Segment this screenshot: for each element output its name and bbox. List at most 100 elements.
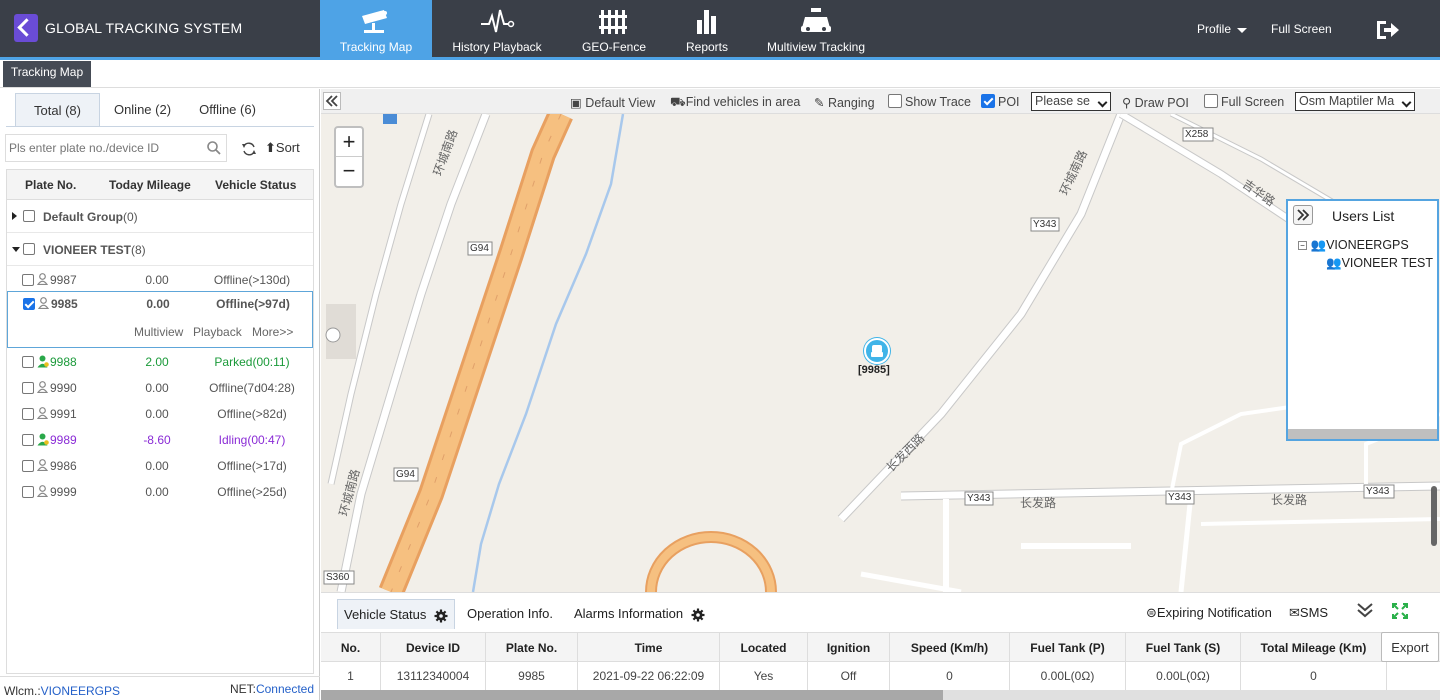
zoom-out-button[interactable]: − xyxy=(336,157,362,186)
vehicle-marker-icon[interactable] xyxy=(864,338,890,364)
group-checkbox[interactable] xyxy=(23,243,35,255)
expand-icon[interactable] xyxy=(1392,603,1408,622)
col-time: Time xyxy=(578,633,720,663)
find-vehicles-button[interactable]: ⛟Find vehicles in area xyxy=(670,95,800,111)
users-tree-root[interactable]: − 👥VIONEERGPS xyxy=(1298,238,1409,253)
vehicle-plate: 9986 xyxy=(50,459,77,473)
vehicle-checkbox[interactable] xyxy=(22,274,34,286)
logout-icon[interactable] xyxy=(1374,18,1400,45)
default-view-button[interactable]: ▣ Default View xyxy=(570,95,655,110)
nav-reports[interactable]: Reports xyxy=(670,0,744,57)
fullscreen-button[interactable]: Full Screen xyxy=(1271,22,1332,36)
double-chevron-right-icon xyxy=(1297,209,1310,221)
vehicle-row[interactable]: 9988 2.00 Parked(00:11) xyxy=(7,349,313,375)
playback-link[interactable]: Playback xyxy=(193,325,242,339)
sms-button[interactable]: ✉SMS xyxy=(1289,605,1328,621)
vehicle-plate: 9985 xyxy=(51,297,78,311)
col-located: Located xyxy=(720,633,808,663)
sort-button[interactable]: ⬆Sort xyxy=(265,140,300,156)
draw-poi-button[interactable]: ⚲ Draw POI xyxy=(1122,95,1189,110)
collapse-tree-icon[interactable]: − xyxy=(1298,241,1307,251)
vehicle-plate: 9989 xyxy=(50,433,77,447)
tab-vehicle-status[interactable]: Vehicle Status xyxy=(337,599,456,629)
tab-operation-info[interactable]: Operation Info. xyxy=(461,599,559,629)
vehicle-mileage: -8.60 xyxy=(143,433,171,447)
col-ignition: Ignition xyxy=(808,633,890,663)
vehicle-status: Offline(>25d) xyxy=(217,485,287,499)
tab-total[interactable]: Total (8) xyxy=(15,93,100,127)
horizontal-scrollbar[interactable] xyxy=(1288,429,1437,439)
search-icon[interactable] xyxy=(207,141,221,158)
vehicle-marker-label: [9985] xyxy=(858,364,890,376)
tab-offline[interactable]: Offline (6) xyxy=(190,93,265,127)
vehicle-checkbox[interactable] xyxy=(23,298,35,310)
profile-menu[interactable]: Profile xyxy=(1197,22,1231,36)
zoom-in-button[interactable]: + xyxy=(336,128,362,157)
nav-label: GEO-Fence xyxy=(581,40,647,54)
vehicle-row[interactable]: 9989 -8.60 Idling(00:47) xyxy=(7,427,313,453)
ranging-button[interactable]: ✎ Ranging xyxy=(814,95,875,110)
expiring-notification-button[interactable]: ⊜Expiring Notification xyxy=(1146,605,1272,621)
road-label: G94 xyxy=(396,469,415,480)
vehicle-checkbox[interactable] xyxy=(22,486,34,498)
users-tree-child[interactable]: 👥VIONEER TEST xyxy=(1326,256,1433,271)
road-label: Y343 xyxy=(1033,219,1057,230)
group-vioneer-test[interactable]: VIONEER TEST(8) xyxy=(7,234,313,266)
user-name: VIONEERGPS xyxy=(1326,238,1409,252)
nav-geo-fence[interactable]: GEO-Fence xyxy=(570,0,658,57)
multiview-link[interactable]: Multiview xyxy=(134,325,183,339)
vehicle-checkbox[interactable] xyxy=(22,434,34,446)
collapse-users-button[interactable] xyxy=(1293,205,1313,225)
col-total-mileage: Total Mileage (Km) xyxy=(1241,633,1387,663)
vehicle-row[interactable]: 9987 0.00 Offline(>130d) xyxy=(7,267,313,293)
scrollbar-thumb[interactable] xyxy=(321,690,943,700)
group-checkbox[interactable] xyxy=(23,210,35,222)
vehicle-checkbox[interactable] xyxy=(22,382,34,394)
expand-icon[interactable] xyxy=(12,212,17,220)
nav-multiview-tracking[interactable]: Multiview Tracking xyxy=(760,0,872,57)
vehicle-panel: Total (8) Online (2) Offline (6) ⬆Sort P… xyxy=(0,89,320,700)
cell-device-id: 13112340004 xyxy=(381,661,486,691)
vehicle-row[interactable]: 9991 0.00 Offline(>82d) xyxy=(7,401,313,427)
nav-tracking-map[interactable]: Tracking Map xyxy=(320,0,432,57)
collapse-icon[interactable] xyxy=(12,247,20,252)
vehicle-checkbox[interactable] xyxy=(22,460,34,472)
nav-history-playback[interactable]: History Playback xyxy=(440,0,554,57)
bottom-tab-bar: Vehicle Status Operation Info. Alarms In… xyxy=(321,592,1440,630)
collapse-panel-button[interactable] xyxy=(323,92,341,110)
map-layer-select[interactable]: Osm Maptiler Ma xyxy=(1295,92,1415,111)
table-scrollbar[interactable] xyxy=(321,690,1440,700)
vehicle-row[interactable]: 9986 0.00 Offline(>17d) xyxy=(7,453,313,479)
group-name: VIONEER TEST xyxy=(43,243,132,257)
tab-alarms-information[interactable]: Alarms Information xyxy=(568,599,711,629)
col-device-id: Device ID xyxy=(381,633,486,663)
vehicle-checkbox[interactable] xyxy=(22,408,34,420)
chevron-down-icon[interactable] xyxy=(1237,28,1247,33)
group-default[interactable]: Default Group(0) xyxy=(7,201,313,233)
tab-label: Vehicle Status xyxy=(344,607,427,622)
more-link[interactable]: More>> xyxy=(252,325,293,339)
page-tab-tracking-map[interactable]: Tracking Map xyxy=(3,61,91,87)
tab-online[interactable]: Online (2) xyxy=(105,93,180,127)
tab-label: Alarms Information xyxy=(574,606,684,621)
cell-ignition: Off xyxy=(808,661,890,691)
vehicle-row[interactable]: 9999 0.00 Offline(>25d) xyxy=(7,479,313,505)
poi-checkbox[interactable] xyxy=(981,94,995,108)
refresh-icon[interactable] xyxy=(241,141,257,160)
vehicle-plate: 9991 xyxy=(50,407,77,421)
vehicle-plate: 9988 xyxy=(50,355,77,369)
collapse-bottom-icon[interactable] xyxy=(1355,602,1375,621)
road-label: S360 xyxy=(326,572,350,583)
search-input[interactable] xyxy=(5,134,227,162)
show-trace-checkbox[interactable] xyxy=(888,94,902,108)
poi-select[interactable]: Please se xyxy=(1031,92,1111,111)
vehicle-row[interactable]: 9990 0.00 Offline(7d04:28) xyxy=(7,375,313,401)
map-canvas[interactable]: G94 G94 S360 X258 Y343 Y343 Y343 Y343 长发… xyxy=(321,114,1440,592)
vehicle-row-selected[interactable]: 9985 0.00 Offline(>97d) Multiview Playba… xyxy=(7,291,313,348)
full-screen-checkbox[interactable] xyxy=(1204,94,1218,108)
table-header: No. Device ID Plate No. Time Located Ign… xyxy=(321,632,1440,663)
vehicle-checkbox[interactable] xyxy=(22,356,34,368)
export-button[interactable]: Export xyxy=(1381,632,1439,662)
table-row[interactable]: 1 13112340004 9985 2021-09-22 06:22:09 Y… xyxy=(321,661,1440,691)
expiring-label: Expiring Notification xyxy=(1156,605,1272,620)
